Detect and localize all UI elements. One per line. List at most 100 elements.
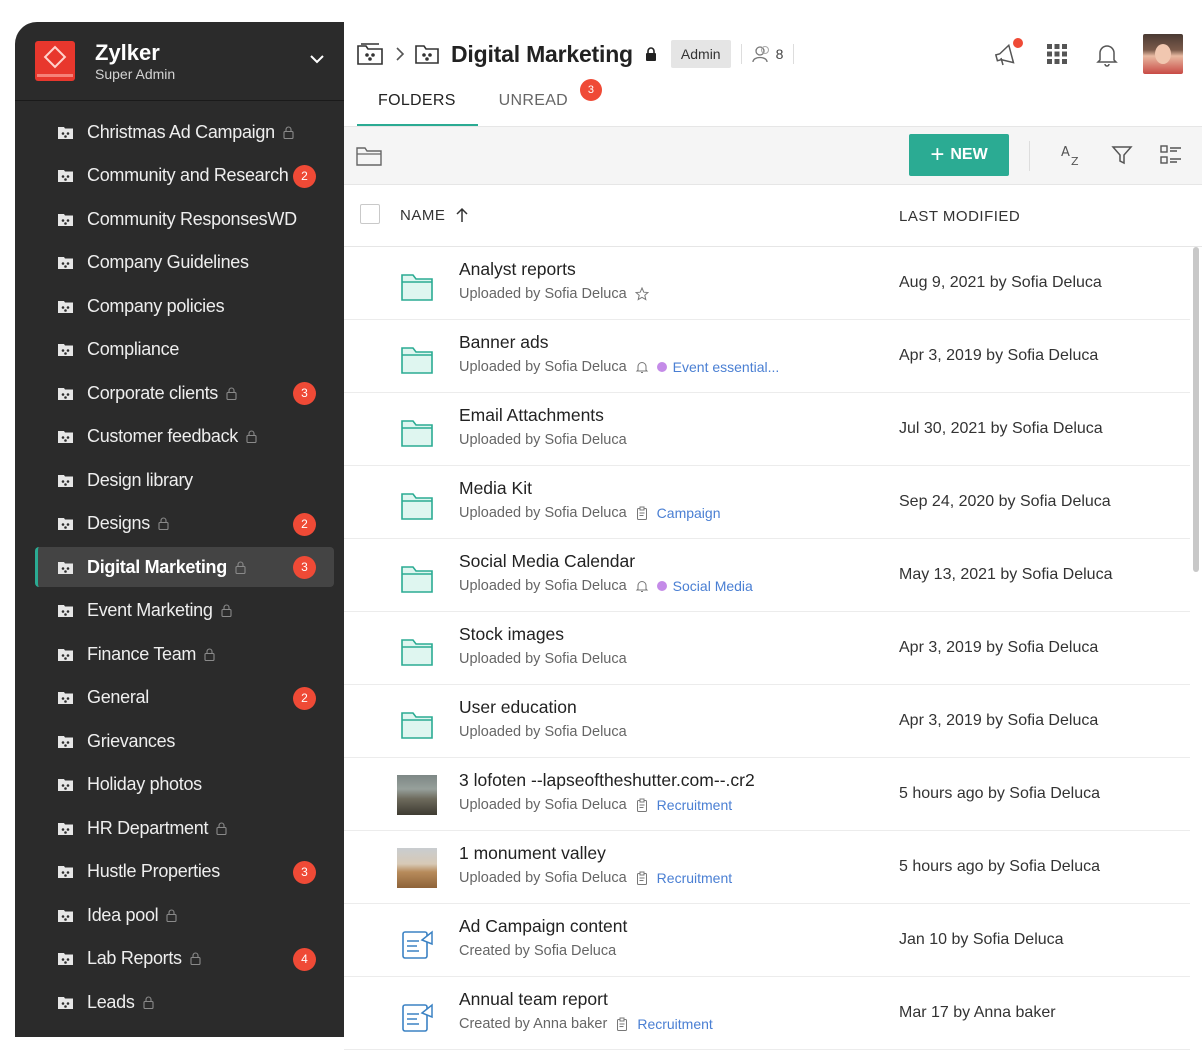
label-tag[interactable]: Recruitment: [657, 797, 732, 813]
table-header: NAME LAST MODIFIED: [344, 185, 1202, 247]
sidebar-item[interactable]: Company policies: [35, 286, 334, 326]
file-list: Analyst reports Uploaded by Sofia Deluca A…: [344, 247, 1190, 1050]
sidebar-item[interactable]: Holiday photos: [35, 765, 334, 805]
notifications-button[interactable]: [1093, 40, 1121, 68]
org-role: Super Admin: [95, 66, 176, 82]
sidebar-item[interactable]: Community ResponsesWD: [35, 199, 334, 239]
clipboard-icon: [617, 1017, 628, 1031]
sidebar-item-label: Digital Marketing: [87, 556, 227, 577]
sidebar-item[interactable]: Finance Team: [35, 634, 334, 674]
file-row[interactable]: Email Attachments Uploaded by Sofia Deluc…: [344, 393, 1190, 466]
folder-view-icon[interactable]: [356, 145, 382, 167]
announcement-button[interactable]: [993, 38, 1023, 68]
tab-unread[interactable]: UNREAD 3: [478, 79, 603, 126]
image-thumbnail: [397, 848, 437, 888]
sidebar-item[interactable]: Community and Research 2: [35, 156, 334, 196]
page-title: Digital Marketing: [451, 40, 633, 67]
select-all-checkbox[interactable]: [360, 204, 380, 224]
row-name[interactable]: Banner ads: [459, 332, 549, 353]
row-name[interactable]: Email Attachments: [459, 405, 604, 426]
sidebar-item[interactable]: General 2: [35, 678, 334, 718]
avatar[interactable]: [1143, 34, 1183, 74]
file-row[interactable]: Social Media Calendar Uploaded by Sofia D…: [344, 539, 1190, 612]
lock-icon: [158, 517, 169, 530]
row-subtitle: Created by Sofia Deluca: [459, 943, 617, 959]
star-icon[interactable]: [634, 287, 649, 301]
row-modified: Apr 3, 2019 by Sofia Deluca: [899, 639, 1099, 656]
count-badge: 3: [293, 860, 316, 884]
file-row[interactable]: Ad Campaign content Created by Sofia Delu…: [344, 904, 1190, 977]
modified-column-header[interactable]: LAST MODIFIED: [899, 208, 1020, 225]
sidebar-item[interactable]: Idea pool: [35, 895, 334, 935]
row-name[interactable]: 3 lofoten --lapseoftheshutter.com--.cr2: [459, 770, 755, 791]
team-folder-icon: [58, 953, 73, 965]
row-name[interactable]: Annual team report: [459, 989, 608, 1010]
sidebar-item-label: Company policies: [87, 295, 225, 316]
file-row[interactable]: User education Uploaded by Sofia Deluca Ap…: [344, 685, 1190, 758]
name-column-header[interactable]: NAME: [400, 207, 468, 224]
row-subtitle: Uploaded by Sofia Deluca Campaign: [459, 505, 721, 521]
row-subtitle: Uploaded by Sofia Deluca Recruitment: [459, 797, 733, 813]
file-row[interactable]: Annual team report Created by Anna baker R…: [344, 977, 1190, 1050]
sidebar-item[interactable]: Compliance: [35, 330, 334, 370]
sidebar-item[interactable]: HR Department: [35, 808, 334, 848]
sidebar-item[interactable]: Event Marketing: [35, 591, 334, 631]
row-subtitle: Uploaded by Sofia Deluca: [459, 286, 649, 302]
row-modified: Apr 3, 2019 by Sofia Deluca: [899, 712, 1099, 729]
notification-dot: [1013, 38, 1023, 48]
sidebar-item-label: HR Department: [87, 817, 209, 838]
apps-button[interactable]: [1043, 40, 1071, 68]
sidebar-item[interactable]: Designs 2: [35, 504, 334, 544]
sidebar-item[interactable]: Lab Reports 4: [35, 939, 334, 979]
label-tag[interactable]: Recruitment: [637, 1016, 712, 1032]
sidebar-item[interactable]: Corporate clients 3: [35, 373, 334, 413]
label-tag[interactable]: Social Media: [656, 578, 753, 594]
tab-folders[interactable]: FOLDERS: [357, 84, 478, 126]
members-button[interactable]: 8: [751, 45, 784, 63]
row-name[interactable]: Media Kit: [459, 478, 532, 499]
row-name[interactable]: User education: [459, 697, 577, 718]
team-folder-icon: [58, 561, 73, 574]
org-switcher[interactable]: Zylker Super Admin: [15, 22, 344, 101]
file-row[interactable]: Stock images Uploaded by Sofia Deluca Apr …: [344, 612, 1190, 685]
file-row[interactable]: Banner ads Uploaded by Sofia Deluca Event …: [344, 320, 1190, 393]
row-name[interactable]: Stock images: [459, 624, 564, 645]
row-subtitle: Uploaded by Sofia Deluca Recruitment: [459, 870, 733, 886]
new-button[interactable]: + NEW: [909, 134, 1009, 176]
row-name[interactable]: 1 monument valley: [459, 843, 606, 864]
file-row[interactable]: Analyst reports Uploaded by Sofia Deluca A…: [344, 247, 1190, 320]
label-tag[interactable]: Campaign: [657, 505, 721, 521]
team-folder-icon: [58, 605, 73, 617]
sidebar-item[interactable]: Grievances: [35, 721, 334, 761]
sidebar-item[interactable]: Design library: [35, 460, 334, 500]
sort-az-icon[interactable]: AZ: [1059, 143, 1083, 167]
sidebar-item[interactable]: Hustle Properties 3: [35, 852, 334, 892]
file-row[interactable]: Media Kit Uploaded by Sofia Deluca Campaig…: [344, 466, 1190, 539]
sidebar-item[interactable]: Leads: [35, 982, 334, 1022]
sidebar-item[interactable]: Customer feedback: [35, 417, 334, 457]
row-icon: [397, 340, 437, 380]
row-name[interactable]: Analyst reports: [459, 259, 576, 280]
team-folder-icon: [58, 213, 73, 226]
row-icon: [397, 486, 437, 526]
sidebar-item-label: Customer feedback: [87, 426, 238, 446]
file-row[interactable]: 1 monument valley Uploaded by Sofia Deluc…: [344, 831, 1190, 904]
team-folder-icon: [415, 45, 439, 64]
file-row[interactable]: 3 lofoten --lapseoftheshutter.com--.cr2 U…: [344, 758, 1190, 831]
label-tag[interactable]: Event essential...: [656, 359, 779, 375]
count-badge: 3: [293, 382, 316, 405]
list-view-icon[interactable]: [1159, 143, 1183, 167]
chevron-down-icon[interactable]: [310, 52, 324, 66]
row-name[interactable]: Ad Campaign content: [459, 916, 627, 937]
label-tag[interactable]: Recruitment: [657, 870, 732, 886]
row-name[interactable]: Social Media Calendar: [459, 551, 635, 572]
sidebar-item[interactable]: Digital Marketing 3: [35, 547, 334, 587]
sidebar-item[interactable]: Company Guidelines: [35, 243, 334, 283]
toolbar: + NEW AZ: [344, 126, 1202, 185]
team-folders-icon[interactable]: [357, 43, 383, 65]
member-count: 8: [775, 46, 784, 62]
filter-icon[interactable]: [1110, 143, 1134, 167]
sidebar-item-label: Lab Reports: [87, 948, 182, 968]
sidebar-item[interactable]: Christmas Ad Campaign: [35, 112, 334, 152]
scrollbar[interactable]: [1193, 247, 1199, 572]
